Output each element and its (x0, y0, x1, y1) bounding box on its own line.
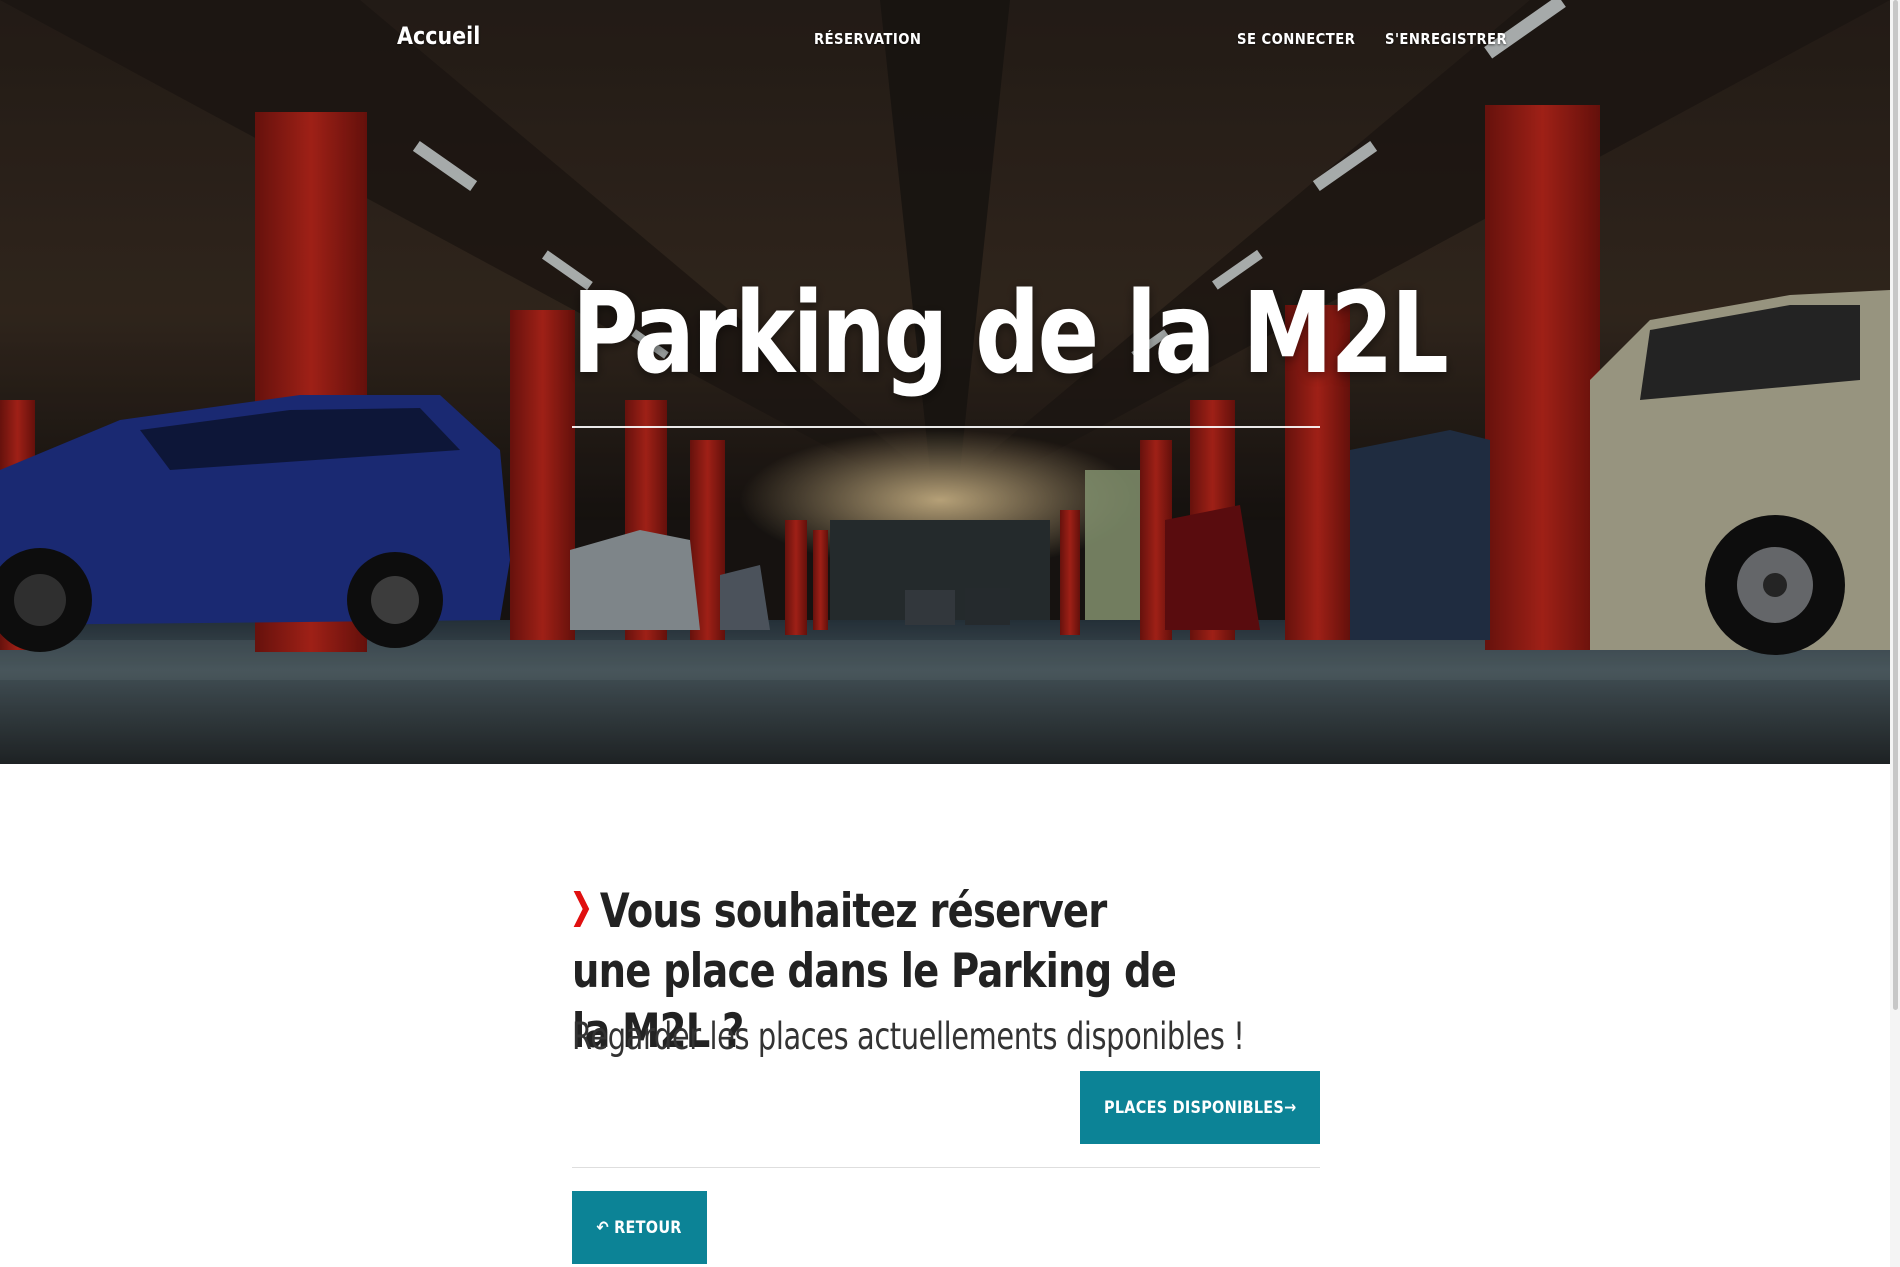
nav-login-link[interactable]: SE CONNECTER (1237, 30, 1355, 48)
back-button-label: ↶ RETOUR (596, 1217, 683, 1238)
hero-section: Accueil RÉSERVATION SE CONNECTER S'ENREG… (0, 0, 1890, 764)
chevron-right-icon (573, 891, 590, 927)
nav-register-link[interactable]: S'ENREGISTRER (1385, 30, 1507, 48)
available-places-button[interactable]: PLACES DISPONIBLES→ (1080, 1071, 1320, 1144)
hero-divider (572, 426, 1320, 428)
nav-reservation-link[interactable]: RÉSERVATION (814, 30, 921, 48)
page: Accueil RÉSERVATION SE CONNECTER S'ENREG… (0, 0, 1900, 1267)
nav-brand-home-link[interactable]: Accueil (397, 22, 480, 50)
reservation-subheading: Regarder les places actuellements dispon… (572, 1015, 1245, 1058)
available-places-button-label: PLACES DISPONIBLES→ (1103, 1097, 1297, 1118)
back-button[interactable]: ↶ RETOUR (572, 1191, 707, 1264)
hero-title: Parking de la M2L (572, 269, 1449, 399)
content-divider (572, 1167, 1320, 1168)
scrollbar-thumb[interactable] (1893, 0, 1898, 1010)
